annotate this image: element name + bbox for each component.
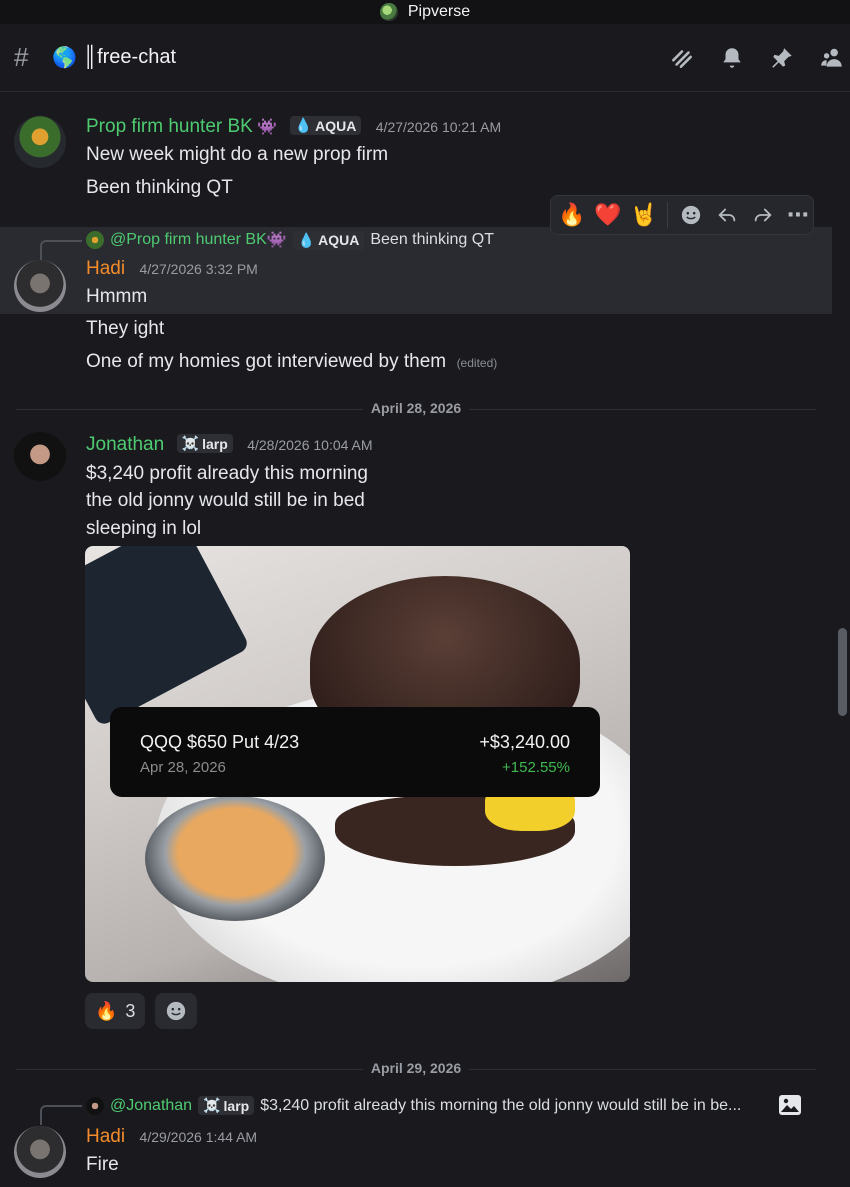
role-tag[interactable]: 💧 AQUA (289, 116, 362, 135)
reply-icon[interactable] (714, 202, 740, 228)
image-icon (779, 1095, 801, 1115)
message-action-bar: 🔥 ❤️ 🤘 ⋯ (550, 195, 814, 235)
message: Hadi 4/29/2026 1:44 AM Fire (0, 1116, 832, 1187)
sauce-cup-shape (145, 796, 325, 921)
fire-icon: 🔥 (95, 1000, 118, 1021)
globe-icon: 🌎 (52, 47, 77, 69)
trade-percent: +152.55% (502, 759, 570, 776)
image-attachment[interactable]: QQQ $650 Put 4/23 Apr 28, 2026 +$3,240.0… (85, 546, 630, 982)
author-emoji: 👾 (266, 232, 287, 249)
channel-hash-icon: # (14, 42, 29, 72)
reply-preview[interactable]: @Jonathan ☠️ larp $3,240 profit already t… (86, 1096, 741, 1115)
role-tag-label: larp (223, 1097, 250, 1114)
reply-preview[interactable]: @Prop firm hunter BK 👾 💧 AQUA Been thinki… (86, 230, 494, 250)
quick-reaction-heart[interactable]: ❤️ (594, 202, 621, 228)
avatar[interactable] (14, 1126, 66, 1178)
message-line: Hmmm (86, 286, 148, 307)
role-tag-label: larp (202, 435, 228, 452)
author-name[interactable]: Hadi (86, 1126, 125, 1147)
trade-amount: +$3,240.00 (479, 732, 570, 752)
message: Hadi 4/27/2026 3:32 PM Hmmm They ight On… (0, 250, 832, 380)
reply-author[interactable]: @Prop firm hunter BK (110, 231, 267, 249)
mini-avatar (86, 231, 104, 249)
date-divider: April 28, 2026 (16, 400, 816, 416)
app-title: Pipverse (407, 3, 471, 20)
add-reaction-icon (166, 1001, 186, 1021)
reaction-fire[interactable]: 🔥 3 (85, 993, 146, 1029)
add-reaction-button[interactable] (155, 993, 197, 1029)
timestamp: 4/28/2026 10:04 AM (247, 437, 373, 453)
message-line: One of my homies got interviewed by them (86, 351, 447, 372)
avatar[interactable] (12, 432, 68, 488)
skull-icon: ☠️ (181, 435, 200, 451)
mini-avatar (86, 1096, 104, 1115)
pin-icon[interactable] (768, 44, 796, 72)
reply-text: $3,240 profit already this morning the o… (260, 1096, 742, 1114)
message-line: sleeping in lol (86, 518, 202, 539)
more-options-icon[interactable]: ⋯ (786, 202, 812, 228)
drop-icon: 💧 (297, 231, 316, 248)
reaction-count: 3 (125, 1000, 136, 1021)
date-divider: April 29, 2026 (16, 1060, 816, 1076)
message-line: $3,240 profit already this morning (86, 463, 368, 484)
timestamp: 4/29/2026 1:44 AM (139, 1129, 258, 1145)
add-reaction-icon[interactable] (678, 202, 704, 228)
role-tag[interactable]: ☠️ larp (176, 434, 233, 453)
timestamp: 4/27/2026 10:21 AM (375, 119, 502, 135)
quick-reaction-rock[interactable]: 🤘 (630, 202, 657, 228)
message-line: the old jonny would still be in bed (86, 490, 365, 511)
scrollbar-thumb[interactable] (838, 628, 847, 716)
author-name[interactable]: Jonathan (86, 434, 164, 455)
edited-label: (edited) (456, 356, 498, 370)
server-icon (379, 3, 398, 21)
channel-name: ║free-chat (82, 46, 177, 68)
bell-icon[interactable] (718, 44, 746, 72)
quick-reaction-fire[interactable]: 🔥 (558, 202, 585, 228)
channel-header: # 🌎 ║free-chat (0, 24, 850, 92)
timestamp: 4/27/2026 3:32 PM (139, 261, 258, 277)
napkin-shape (85, 546, 251, 728)
drop-icon: 💧 (294, 117, 313, 133)
action-bar-divider (667, 202, 668, 228)
reply-author[interactable]: @Jonathan (110, 1097, 192, 1115)
author-emoji: 👾 (257, 119, 278, 136)
skull-icon: ☠️ (203, 1097, 221, 1113)
role-tag-label: AQUA (318, 232, 360, 248)
author-name[interactable]: Hadi (86, 258, 125, 279)
message-line: New week might do a new prop firm (86, 144, 389, 165)
forward-icon[interactable] (750, 202, 776, 228)
message-line: Been thinking QT (86, 177, 233, 198)
avatar[interactable] (14, 260, 66, 312)
role-tag: ☠️ larp (198, 1096, 255, 1115)
date-divider-label: April 28, 2026 (362, 400, 470, 416)
trade-date: Apr 28, 2026 (140, 759, 226, 776)
avatar[interactable] (14, 116, 66, 168)
role-tag: 💧 AQUA (292, 230, 365, 250)
trade-symbol: QQQ $650 Put 4/23 (140, 732, 300, 752)
date-divider-label: April 29, 2026 (362, 1060, 470, 1076)
trade-card: QQQ $650 Put 4/23 Apr 28, 2026 +$3,240.0… (110, 707, 600, 797)
message-line: Fire (86, 1154, 119, 1175)
threads-icon[interactable] (668, 44, 696, 72)
header-toolbar (668, 44, 846, 72)
reply-text: Been thinking QT (370, 231, 494, 248)
message-line: They ight (86, 318, 165, 339)
members-icon[interactable] (818, 44, 846, 72)
title-bar: Pipverse (0, 0, 850, 24)
author-name[interactable]: Prop firm hunter BK (86, 116, 253, 137)
role-tag-label: AQUA (315, 117, 357, 134)
